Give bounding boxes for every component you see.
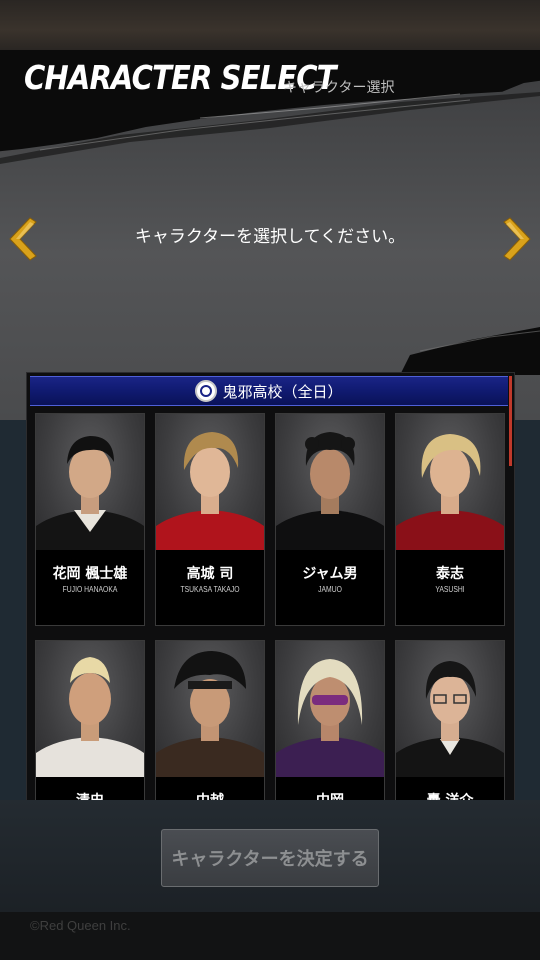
character-portrait xyxy=(36,414,144,550)
character-name-romaji: YASUSHI xyxy=(435,585,465,594)
character-card[interactable]: 高城 司 TSUKASA TAKAJO xyxy=(155,413,265,626)
instruction-text: キャラクターを選択してください。 xyxy=(134,227,406,247)
character-grid: 花岡 楓士雄 FUJIO HANAOKA 高城 司 TSUKASA TAKAJO xyxy=(30,406,509,803)
character-name: ジャム男 xyxy=(302,566,358,582)
character-card[interactable]: 中岡 xyxy=(275,640,385,803)
character-card[interactable]: 轟 洋介 xyxy=(395,640,505,803)
character-name: 高城 司 xyxy=(186,566,234,582)
school-name: 鬼邪高校（全日） xyxy=(222,382,343,401)
top-background xyxy=(0,0,540,50)
character-portrait xyxy=(156,641,264,777)
school-header: 鬼邪高校（全日） xyxy=(30,376,508,406)
character-portrait xyxy=(396,414,504,550)
character-portrait xyxy=(396,641,504,777)
page-subtitle: キャラクター選択 xyxy=(283,80,395,96)
confirm-character-button[interactable]: キャラクターを決定する xyxy=(161,829,379,887)
character-name: 泰志 xyxy=(436,566,464,582)
character-portrait xyxy=(276,641,384,777)
character-card[interactable]: 清史 xyxy=(35,640,145,803)
character-card[interactable]: 泰志 YASUSHI xyxy=(395,413,505,626)
character-name-romaji: FUJIO HANAOKA xyxy=(62,585,118,594)
brush-stroke-decoration-bottom xyxy=(400,327,540,375)
chevron-left-icon[interactable] xyxy=(8,216,38,262)
character-name-romaji: TSUKASA TAKAJO xyxy=(180,585,240,594)
character-name: 花岡 楓士雄 xyxy=(52,566,128,582)
character-portrait xyxy=(276,414,384,550)
copyright-text: ©Red Queen Inc. xyxy=(30,918,131,933)
character-portrait xyxy=(36,641,144,777)
chevron-right-icon[interactable] xyxy=(502,216,532,262)
character-card[interactable]: 中越 xyxy=(155,640,265,803)
scrollbar[interactable] xyxy=(509,376,512,466)
character-card[interactable]: 花岡 楓士雄 FUJIO HANAOKA xyxy=(35,413,145,626)
character-name-romaji: JAMUO xyxy=(318,585,342,594)
school-emblem-icon xyxy=(195,380,218,402)
character-card[interactable]: ジャム男 JAMUO xyxy=(275,413,385,626)
character-portrait xyxy=(156,414,264,550)
